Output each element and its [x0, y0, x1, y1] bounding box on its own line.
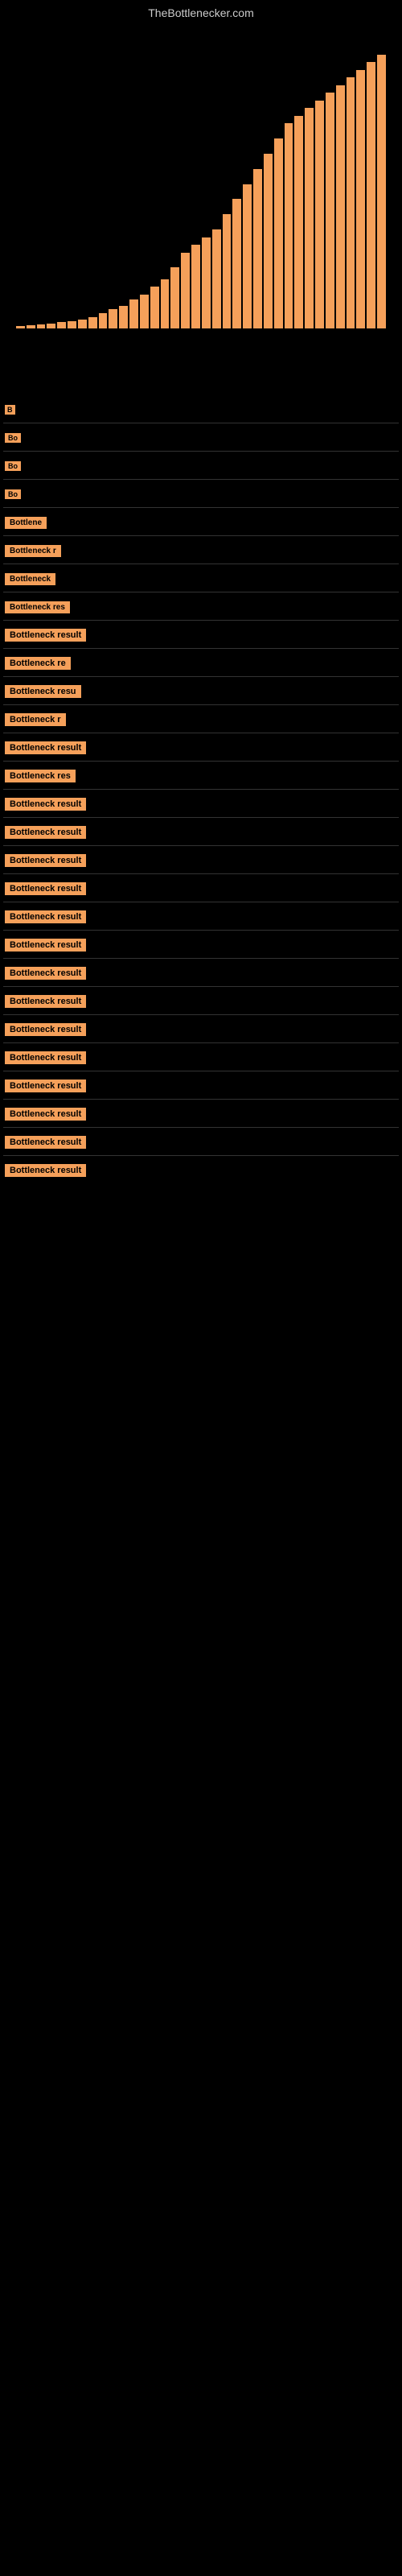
chart-bar-18 — [202, 237, 211, 328]
chart-bar-29 — [315, 101, 324, 328]
result-item-22: Bottleneck result — [3, 989, 399, 1013]
chart-bar-23 — [253, 169, 262, 328]
result-label-11: Bottleneck resu — [5, 685, 81, 698]
chart-bar-14 — [161, 279, 170, 328]
page-container: TheBottlenecker.com B Bo Bo Bo Bot — [0, 0, 402, 1182]
result-item-19: Bottleneck result — [3, 904, 399, 928]
result-item-21: Bottleneck result — [3, 960, 399, 985]
chart-area — [0, 23, 402, 361]
result-item-2: Bo — [3, 425, 399, 449]
result-label-24: Bottleneck result — [5, 1051, 86, 1064]
result-item-23: Bottleneck result — [3, 1017, 399, 1041]
result-item-11: Bottleneck resu — [3, 679, 399, 703]
result-label-14: Bottleneck res — [5, 770, 76, 782]
result-item-7: Bottleneck — [3, 566, 399, 590]
result-item-5: Bottlene — [3, 510, 399, 534]
chart-bar-31 — [336, 85, 345, 328]
result-item-14: Bottleneck res — [3, 763, 399, 787]
chart-bar-2 — [37, 324, 46, 328]
result-item-15: Bottleneck result — [3, 791, 399, 815]
chart-bar-0 — [16, 326, 25, 328]
chart-bar-9 — [109, 309, 117, 328]
result-label-13: Bottleneck result — [5, 741, 86, 754]
chart-bars — [16, 55, 386, 345]
chart-bar-21 — [232, 199, 241, 328]
result-item-27: Bottleneck result — [3, 1129, 399, 1154]
chart-bar-12 — [140, 295, 149, 329]
result-item-28: Bottleneck result — [3, 1158, 399, 1182]
result-item-3: Bo — [3, 453, 399, 477]
result-label-18: Bottleneck result — [5, 882, 86, 895]
result-item-20: Bottleneck result — [3, 932, 399, 956]
chart-bar-19 — [212, 229, 221, 328]
result-item-6: Bottleneck r — [3, 538, 399, 562]
results-list: B Bo Bo Bo Bottlene Bottleneck r Bottlen… — [0, 361, 402, 1182]
result-label-15: Bottleneck result — [5, 798, 86, 811]
result-item-12: Bottleneck r — [3, 707, 399, 731]
chart-bar-35 — [377, 55, 386, 328]
site-title: TheBottlenecker.com — [0, 0, 402, 23]
result-label-12: Bottleneck r — [5, 713, 66, 726]
result-label-9: Bottleneck result — [5, 629, 86, 642]
chart-bar-11 — [129, 299, 138, 328]
result-item-10: Bottleneck re — [3, 650, 399, 675]
chart-bar-10 — [119, 306, 128, 328]
chart-bar-8 — [99, 313, 108, 328]
chart-bar-32 — [347, 77, 355, 328]
result-label-25: Bottleneck result — [5, 1080, 86, 1092]
chart-bar-5 — [68, 321, 76, 328]
chart-bar-24 — [264, 154, 273, 328]
chart-bar-15 — [170, 267, 179, 328]
result-label-28: Bottleneck result — [5, 1164, 86, 1177]
chart-bar-17 — [191, 245, 200, 328]
result-item-24: Bottleneck result — [3, 1045, 399, 1069]
chart-bar-26 — [285, 123, 293, 328]
chart-bar-13 — [150, 287, 159, 328]
result-item-13: Bottleneck result — [3, 735, 399, 759]
result-item-16: Bottleneck result — [3, 819, 399, 844]
result-label-19: Bottleneck result — [5, 910, 86, 923]
result-item-25: Bottleneck result — [3, 1073, 399, 1097]
chart-bar-7 — [88, 317, 97, 328]
chart-bar-28 — [305, 108, 314, 328]
chart-bar-25 — [274, 138, 283, 328]
chart-bar-34 — [367, 62, 375, 328]
result-item-9: Bottleneck result — [3, 622, 399, 646]
result-label-6: Bottleneck r — [5, 545, 61, 557]
result-label-2: Bo — [5, 433, 21, 443]
result-label-27: Bottleneck result — [5, 1136, 86, 1149]
chart-bar-22 — [243, 184, 252, 328]
chart-bar-20 — [223, 214, 232, 328]
result-label-17: Bottleneck result — [5, 854, 86, 867]
chart-bar-33 — [356, 70, 365, 328]
result-label-8: Bottleneck res — [5, 601, 70, 613]
chart-bar-6 — [78, 320, 87, 328]
bar-chart — [16, 23, 386, 345]
result-label-10: Bottleneck re — [5, 657, 71, 670]
chart-bar-4 — [57, 322, 66, 328]
chart-bar-27 — [294, 116, 303, 328]
result-label-7: Bottleneck — [5, 573, 55, 585]
result-label-3: Bo — [5, 461, 21, 471]
result-label-5: Bottlene — [5, 517, 47, 529]
result-item-8: Bottleneck res — [3, 594, 399, 618]
result-label-21: Bottleneck result — [5, 967, 86, 980]
result-label-26: Bottleneck result — [5, 1108, 86, 1121]
result-item-18: Bottleneck result — [3, 876, 399, 900]
result-label-22: Bottleneck result — [5, 995, 86, 1008]
result-item-26: Bottleneck result — [3, 1101, 399, 1125]
result-item-17: Bottleneck result — [3, 848, 399, 872]
chart-bar-3 — [47, 324, 55, 328]
result-label-16: Bottleneck result — [5, 826, 86, 839]
chart-bar-16 — [181, 253, 190, 328]
result-label-4: Bo — [5, 489, 21, 499]
result-label-23: Bottleneck result — [5, 1023, 86, 1036]
result-item-4: Bo — [3, 481, 399, 506]
result-label-20: Bottleneck result — [5, 939, 86, 952]
chart-bar-30 — [326, 93, 334, 328]
chart-bar-1 — [27, 325, 35, 328]
result-item-1: B — [3, 397, 399, 421]
result-label-1: B — [5, 405, 15, 415]
